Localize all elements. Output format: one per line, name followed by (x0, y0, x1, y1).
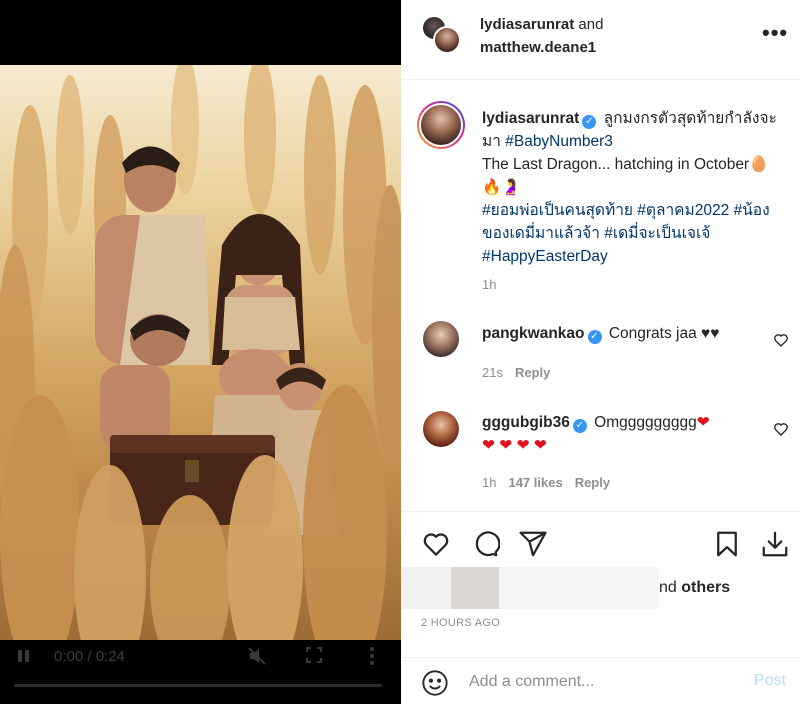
hashtag[interactable]: #HappyEasterDay (482, 248, 608, 265)
reply-button[interactable]: Reply (515, 365, 550, 380)
download-icon[interactable] (760, 529, 790, 559)
family-photo (0, 65, 401, 640)
comment-likes[interactable]: 147 likes (508, 475, 562, 490)
heart-icon[interactable] (773, 332, 789, 348)
likes-summary[interactable]: nd others (401, 567, 800, 609)
comment-text: pangkwankao ✓ Congrats jaa ♥♥ (482, 322, 762, 345)
mute-icon[interactable] (247, 646, 267, 666)
caption-username[interactable]: lydiasarunrat (482, 110, 579, 127)
caption-time[interactable]: 1h (482, 277, 496, 292)
video-frame[interactable] (0, 65, 401, 640)
comment-body: Omggggggggg (594, 414, 697, 431)
collaborator-username[interactable]: matthew.deane1 (480, 39, 596, 56)
fullscreen-icon[interactable] (306, 647, 322, 663)
blurred-region (499, 567, 659, 609)
comment-username[interactable]: gggubgib36 (482, 414, 570, 431)
likes-text[interactable]: nd others (659, 579, 730, 597)
avatar[interactable] (433, 26, 461, 54)
hashtag[interactable]: #BabyNumber3 (505, 133, 613, 150)
comment-body: Congrats jaa ♥♥ (608, 325, 720, 342)
emoji-icon[interactable] (421, 669, 449, 697)
more-vertical-icon[interactable] (369, 646, 375, 666)
comment-time[interactable]: 21s (482, 365, 503, 380)
blurred-region (451, 567, 499, 609)
verified-badge: ✓ (572, 419, 587, 433)
hashtag[interactable]: #เดมี่จะเป็นเจเจ้ (604, 225, 710, 242)
caption-text: The Last Dragon... hatching in October🥚 (482, 156, 769, 173)
likes-others[interactable]: others (681, 579, 730, 596)
heart-icon[interactable] (773, 421, 789, 437)
heart-icon[interactable] (421, 529, 451, 559)
more-horizontal-icon[interactable]: ••• (762, 22, 788, 44)
likes-prefix: nd (659, 579, 677, 596)
pause-icon[interactable] (16, 648, 32, 664)
avatar[interactable] (423, 321, 459, 357)
bookmark-icon[interactable] (712, 529, 742, 559)
comments-section: lydiasarunrat ✓ ลูกมงกรตัวสุดท้ายกำลังจะม… (401, 81, 800, 511)
avatar[interactable] (417, 101, 465, 149)
video-player[interactable]: 0:00 / 0:24 (0, 0, 401, 704)
post-button[interactable]: Post (754, 672, 786, 690)
post-time[interactable]: 2 HOURS AGO (421, 617, 500, 629)
blurred-region (401, 567, 451, 609)
hearts-emoji: ❤ ❤ ❤ ❤ (482, 437, 547, 454)
comment-username[interactable]: pangkwankao (482, 325, 585, 342)
video-progress-bar[interactable] (14, 684, 382, 687)
comment-time[interactable]: 1h (482, 475, 496, 490)
verified-badge: ✓ (587, 330, 602, 344)
reply-button[interactable]: Reply (575, 475, 610, 490)
comment-meta: 1h 147 likes Reply (482, 475, 610, 490)
video-time: 0:00 / 0:24 (54, 648, 125, 665)
hearts-emoji: ❤ (696, 414, 710, 431)
video-controls: 0:00 / 0:24 (0, 640, 401, 704)
post-header: lydiasarunrat and matthew.deane1 ••• (401, 0, 800, 80)
comment-icon[interactable] (470, 529, 501, 559)
author-username[interactable]: lydiasarunrat (480, 16, 574, 33)
comment-meta: 21s Reply (482, 365, 550, 380)
hashtag[interactable]: #ยอมพ่อเป็นคนสุดท้าย (482, 202, 633, 219)
and-text: and (578, 16, 604, 33)
verified-badge: ✓ (582, 115, 597, 129)
caption: lydiasarunrat ✓ ลูกมงกรตัวสุดท้ายกำลังจะม… (482, 107, 792, 268)
caption-emoji: 🔥🤰 (482, 179, 521, 196)
comment-text: gggubgib36 ✓ Omggggggggg❤ ❤ ❤ ❤ ❤ (482, 411, 762, 457)
share-icon[interactable] (518, 529, 548, 559)
comment-input[interactable] (469, 668, 739, 696)
add-comment-bar: Post (401, 657, 800, 704)
hashtag[interactable]: #ตุลาคม2022 (637, 202, 729, 219)
avatar[interactable] (423, 411, 459, 447)
